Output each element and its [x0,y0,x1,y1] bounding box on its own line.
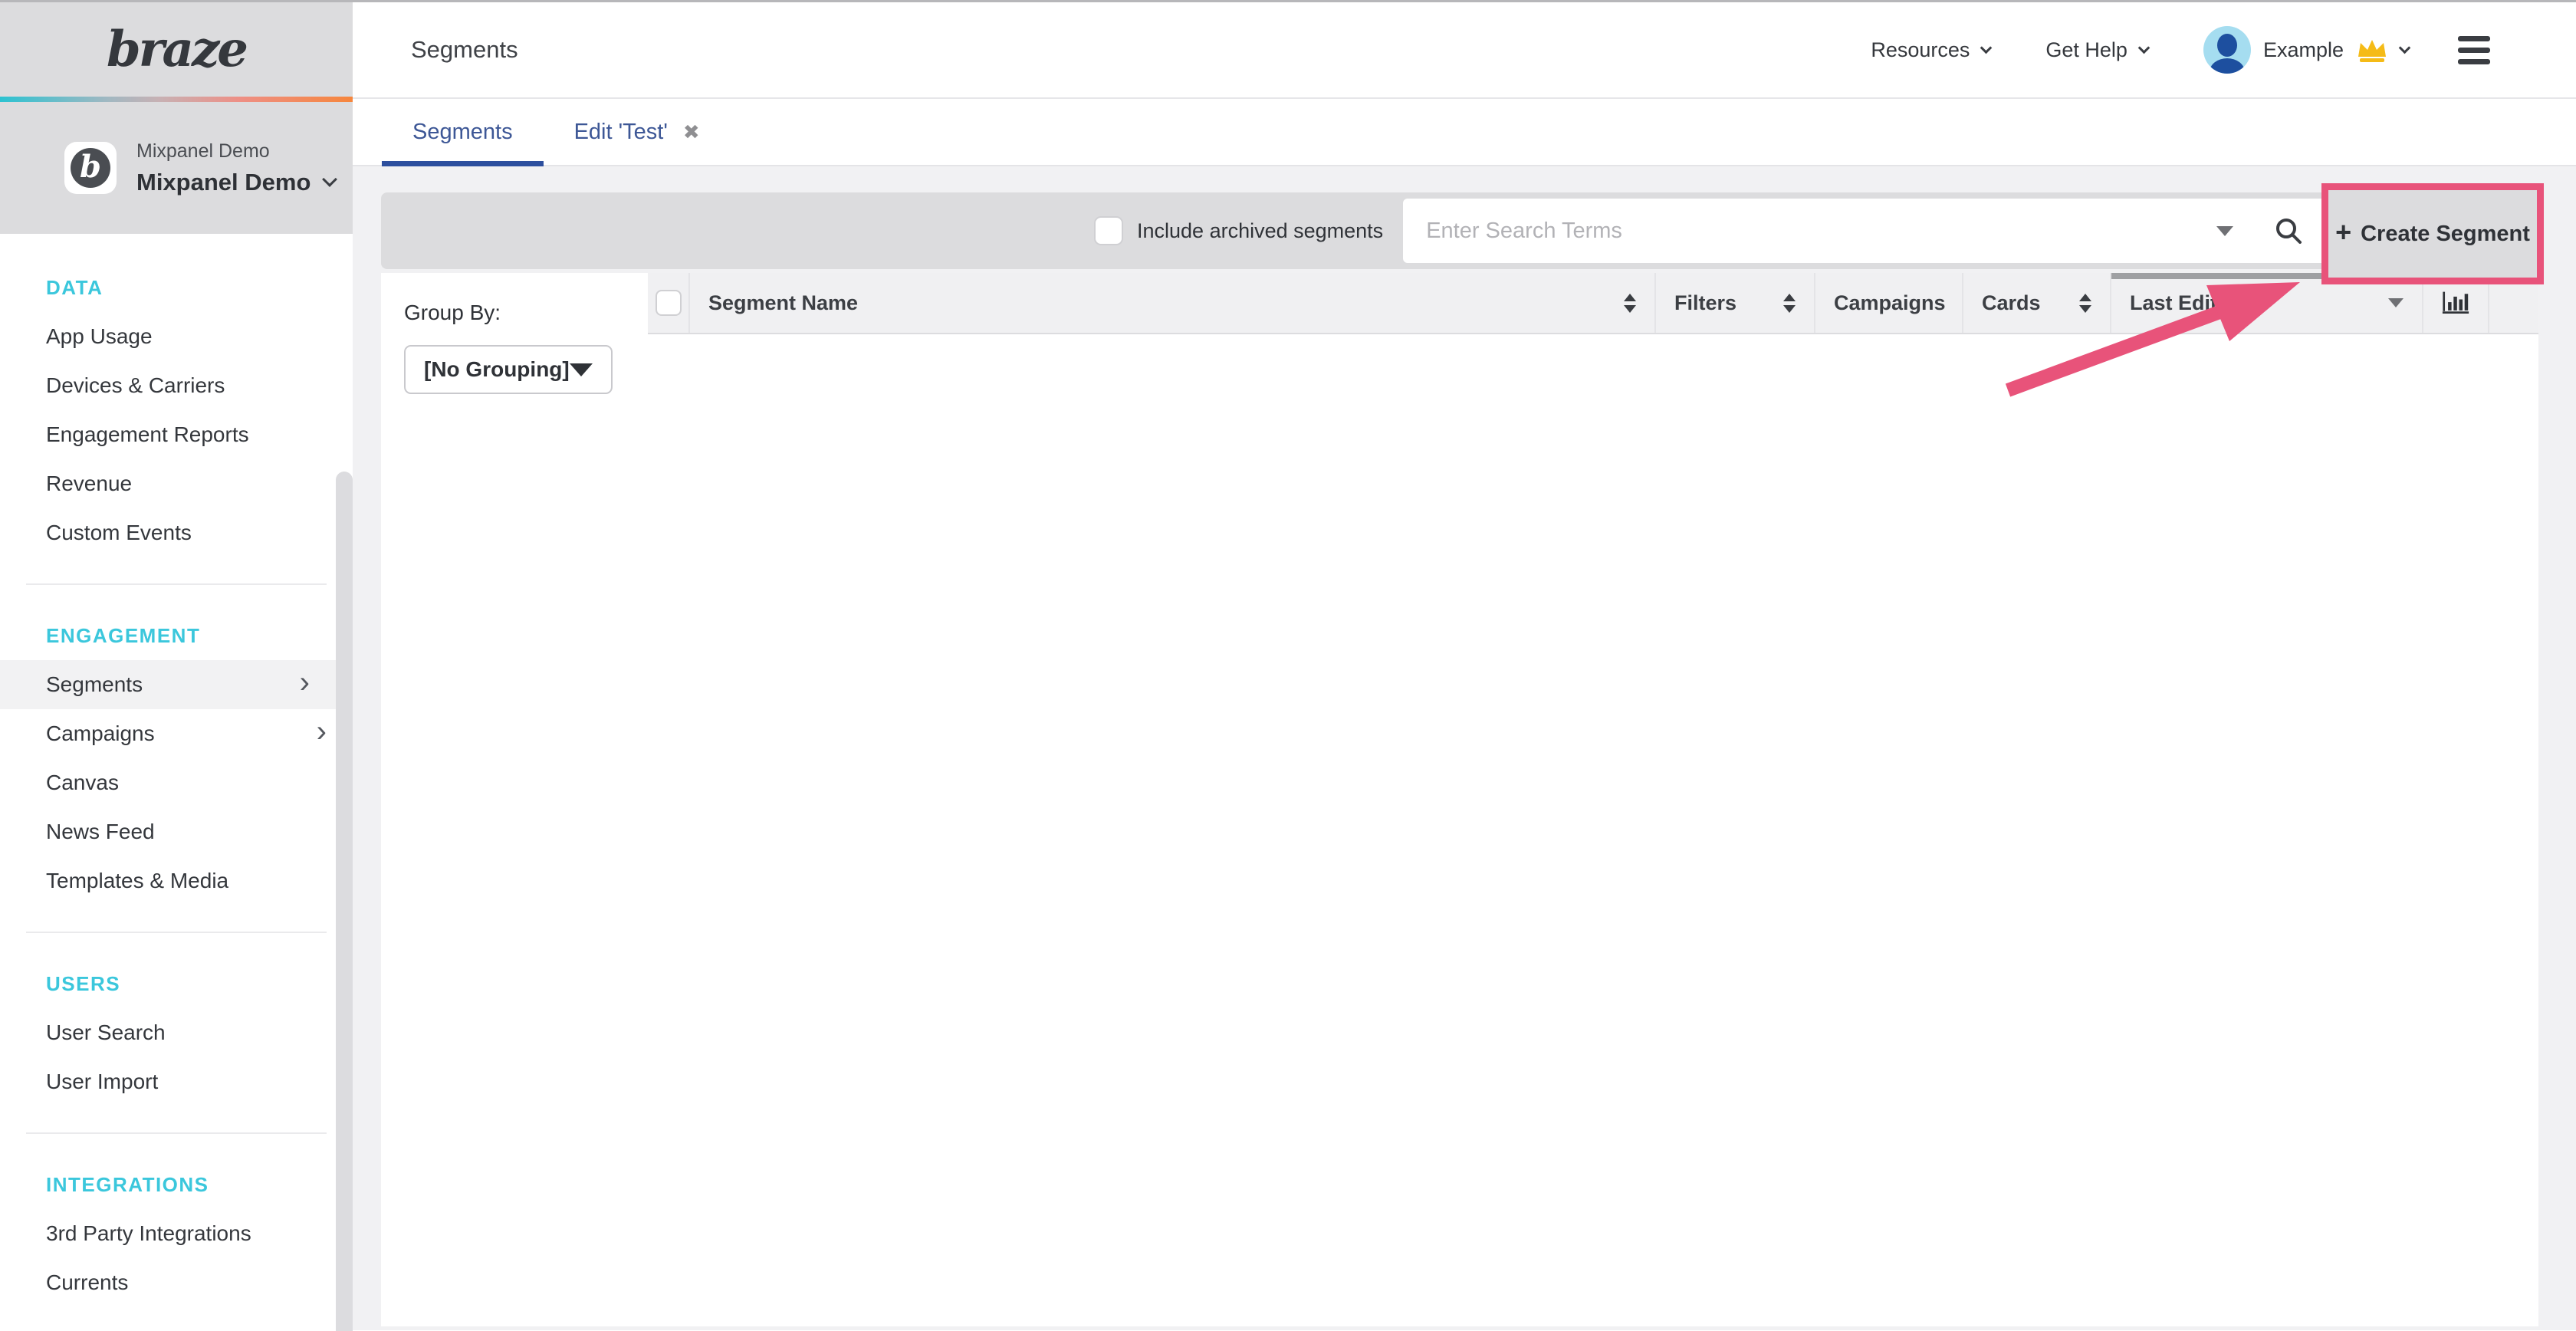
section-title-engagement: ENGAGEMENT [0,611,353,660]
sidebar-item-label: Segments [46,672,143,697]
braze-logo[interactable]: braze [107,21,246,78]
tab-label: Edit 'Test' [574,120,668,145]
sidebar-item-custom-events[interactable]: Custom Events [0,508,353,557]
search-icon[interactable] [2273,215,2304,246]
sidebar-divider [26,932,327,933]
create-segment-label: Create Segment [2361,222,2530,247]
tab-label: Segments [412,120,513,145]
tab-segments[interactable]: Segments [382,98,544,166]
get-help-menu[interactable]: Get Help [2045,38,2148,62]
sidebar-item-news-feed[interactable]: News Feed [0,807,353,856]
workspace-avatar-circle: b [71,148,110,188]
segments-table: Segment Name Filters Campaigns Cards [648,273,2538,1326]
top-bar: Segments Resources Get Help Example [353,2,2576,99]
sidebar-scrollbar[interactable] [336,472,353,1331]
workspace-avatar: b [64,142,117,194]
include-archived-checkbox[interactable] [1094,216,1123,245]
workspace-switcher[interactable]: b Mixpanel Demo Mixpanel Demo [0,102,353,234]
chevron-down-icon [2138,41,2150,54]
select-caret-icon [570,363,593,376]
workspace-company-label: Mixpanel Demo [136,140,335,163]
section-title-users: USERS [0,959,353,1008]
chevron-down-icon [322,172,337,187]
tab-bar: Segments Edit 'Test' ✖ [353,99,2576,166]
create-segment-button[interactable]: + Create Segment [2335,219,2530,248]
resources-label: Resources [1871,38,1970,62]
table-header-row: Segment Name Filters Campaigns Cards [648,273,2538,334]
column-label: Filters [1674,291,1737,315]
section-title-data: DATA [0,263,353,312]
column-label: Cards [1982,291,2041,315]
plus-icon: + [2335,216,2351,248]
sidebar-item-devices-carriers[interactable]: Devices & Carriers [0,361,353,410]
search-placeholder: Enter Search Terms [1426,219,2216,244]
logo-block: braze [0,2,353,97]
sort-icon[interactable] [1624,294,1636,313]
create-segment-highlight-box: + Create Segment [2321,183,2544,284]
section-title-integrations: INTEGRATIONS [0,1160,353,1209]
column-header-campaigns[interactable]: Campaigns [1815,273,1963,333]
sidebar-item-segments[interactable]: Segments › [0,660,336,709]
select-all-checkbox[interactable] [656,290,682,316]
sort-icon[interactable] [1783,294,1796,313]
sidebar-nav: DATA App Usage Devices & Carriers Engage… [0,234,353,1331]
chevron-down-icon [2399,41,2411,54]
column-label: Campaigns [1834,291,1946,315]
main-area: Segments Resources Get Help Example [353,2,2576,1331]
workspace-name: Mixpanel Demo [136,169,310,196]
user-menu[interactable]: Example [2203,26,2409,74]
sidebar-item-app-usage[interactable]: App Usage [0,312,353,361]
column-dropdown-caret-icon[interactable] [2388,298,2404,307]
sidebar-item-currents[interactable]: Currents [0,1258,353,1307]
sidebar-item-campaigns[interactable]: Campaigns › [0,709,353,758]
segments-toolbar: Include archived segments Enter Search T… [381,192,2540,269]
group-by-panel: Group By: [No Grouping] [381,273,648,1326]
sidebar-item-3rd-party-integrations[interactable]: 3rd Party Integrations [0,1209,353,1258]
include-archived-label: Include archived segments [1137,219,1383,243]
sidebar-item-user-import[interactable]: User Import [0,1057,353,1106]
chevron-down-icon [1980,41,1993,54]
user-name: Example [2263,38,2344,62]
sort-icon[interactable] [2079,294,2091,313]
sidebar: braze b Mixpanel Demo Mixpanel Demo DATA… [0,2,353,1331]
group-by-select[interactable]: [No Grouping] [404,345,613,394]
sidebar-divider [26,583,327,585]
sidebar-item-templates-media[interactable]: Templates & Media [0,856,353,905]
segment-search-input[interactable]: Enter Search Terms [1403,199,2327,263]
table-body-empty [648,334,2538,1325]
header-checkbox-cell [648,273,690,333]
sidebar-item-engagement-reports[interactable]: Engagement Reports [0,410,353,459]
search-dropdown-caret-icon[interactable] [2216,226,2233,236]
sidebar-item-revenue[interactable]: Revenue [0,459,353,508]
column-header-filters[interactable]: Filters [1656,273,1815,333]
sidebar-item-user-search[interactable]: User Search [0,1008,353,1057]
page-title: Segments [411,36,518,64]
sidebar-divider [26,1132,327,1134]
segments-content: Include archived segments Enter Search T… [353,166,2576,1330]
get-help-label: Get Help [2045,38,2128,62]
group-by-value: [No Grouping] [424,357,570,382]
brand-gradient-divider [0,97,353,102]
crown-icon [2356,37,2388,63]
column-label: Last Edited [2130,291,2242,315]
include-archived-group: Include archived segments [1094,216,1383,245]
column-header-cards[interactable]: Cards [1963,273,2111,333]
sidebar-item-label: Campaigns [46,721,155,746]
user-avatar [2203,26,2251,74]
sidebar-item-canvas[interactable]: Canvas [0,758,353,807]
close-icon[interactable]: ✖ [683,122,700,142]
workspace-initial: b [80,152,101,182]
column-label: Segment Name [708,291,858,315]
column-header-segment-name[interactable]: Segment Name [690,273,1656,333]
hamburger-menu-icon[interactable] [2458,36,2490,64]
resources-menu[interactable]: Resources [1871,38,1990,62]
chevron-right-icon: › [317,716,327,747]
group-by-label: Group By: [404,301,648,325]
bar-chart-icon [2442,288,2469,317]
tab-edit-test[interactable]: Edit 'Test' ✖ [544,98,731,166]
chevron-right-icon: › [300,667,310,698]
braze-dashboard: braze b Mixpanel Demo Mixpanel Demo DATA… [0,0,2576,1331]
